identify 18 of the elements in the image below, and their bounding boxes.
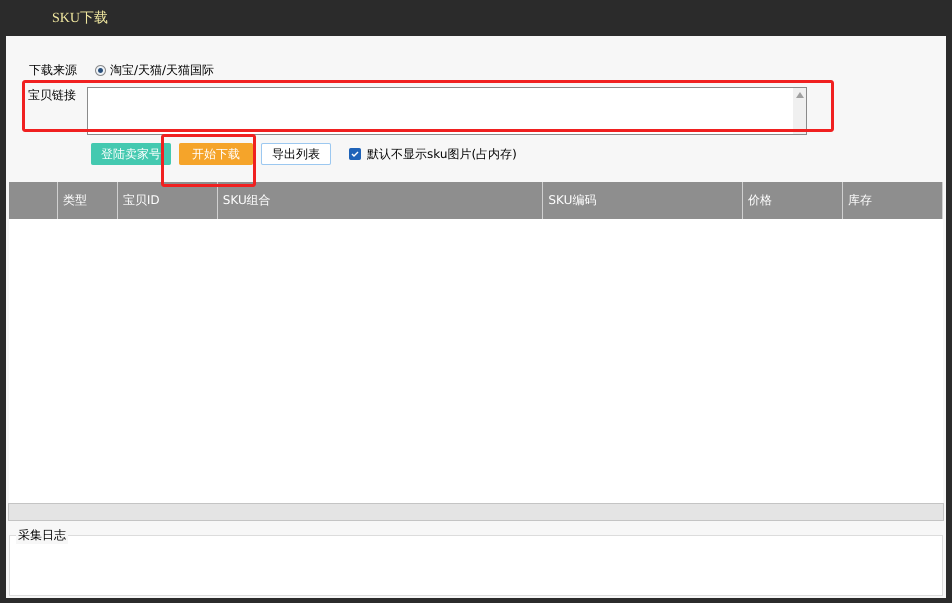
column-header[interactable]: 库存 — [843, 182, 943, 219]
column-header[interactable]: SKU编码 — [543, 182, 744, 219]
link-label: 宝贝链接 — [28, 87, 76, 104]
hide-images-checkbox[interactable]: 默认不显示sku图片(占内存) — [349, 146, 517, 162]
column-header[interactable]: 价格 — [743, 182, 844, 219]
action-button[interactable]: 登陆卖家号 — [91, 143, 171, 165]
action-button[interactable]: 导出列表 — [261, 143, 331, 165]
column-header[interactable]: SKU组合 — [218, 182, 544, 219]
window-title: SKU下载 — [51, 10, 110, 28]
source-label: 下载来源 — [29, 62, 77, 78]
log-title: 采集日志 — [16, 527, 68, 544]
scrollbar[interactable] — [793, 88, 806, 134]
link-field[interactable] — [87, 87, 807, 135]
action-button[interactable]: 开始下载 — [179, 143, 253, 165]
column-header[interactable]: 类型 — [58, 182, 118, 219]
scrollbar[interactable] — [8, 503, 944, 521]
column-header[interactable]: 宝贝ID — [118, 182, 218, 219]
radio-option[interactable]: 淘宝/天猫/天猫国际 — [95, 62, 214, 78]
